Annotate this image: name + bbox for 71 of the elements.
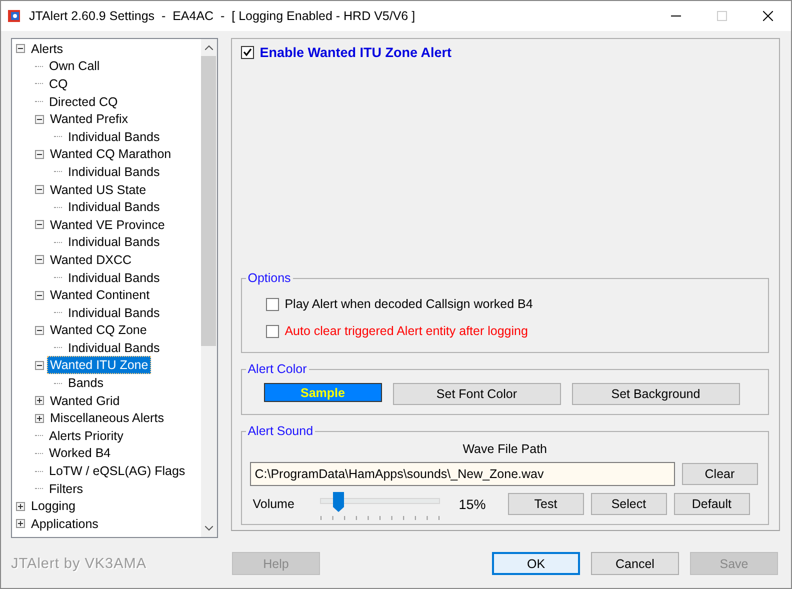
volume-reading: 15% [458, 496, 487, 512]
collapse-icon[interactable] [35, 150, 44, 159]
tree-item[interactable]: Directed CQ [46, 92, 121, 111]
color-button[interactable]: Set Font Color [392, 383, 561, 405]
tree-item[interactable]: Individual Bands [65, 162, 163, 181]
sound-button[interactable]: Test [508, 493, 584, 515]
tree-item[interactable]: Wanted CQ Marathon [47, 145, 174, 164]
tree-item[interactable]: Wanted VE Province [47, 216, 168, 234]
tree-item[interactable]: Wanted US State [47, 180, 150, 199]
expand-icon[interactable] [16, 502, 25, 511]
tree-item[interactable]: Own Call [46, 57, 103, 76]
collapse-icon[interactable] [35, 255, 44, 264]
close-icon[interactable] [763, 11, 773, 21]
collapse-icon[interactable] [35, 220, 44, 230]
tree-item[interactable]: Individual Bands [65, 268, 163, 287]
checkbox-label: Auto clear triggered Alert entity after logging [284, 324, 528, 338]
sound-button[interactable]: Select [590, 493, 667, 515]
tree-item[interactable]: Wanted ITU Zone [47, 356, 152, 374]
app-icon [7, 8, 23, 24]
color-sample: Sample [264, 383, 382, 402]
group-title: Options [246, 271, 292, 285]
expand-icon[interactable] [35, 396, 44, 406]
group-title: Alert Sound [246, 424, 314, 438]
scroll-up-icon[interactable] [204, 45, 213, 50]
checkbox-label: Play Alert when decoded Callsign worked B4 [284, 297, 533, 311]
tree-item[interactable]: CQ [46, 74, 71, 93]
collapse-icon[interactable] [35, 326, 44, 335]
checkbox-label: Enable Wanted ITU Zone Alert [260, 45, 452, 60]
scrollbar[interactable] [200, 39, 217, 537]
tree-item[interactable]: Alerts Priority [46, 426, 126, 445]
brand-label: JTAlert by VK3AMA [11, 556, 148, 572]
window-title: JTAlert 2.60.9 Settings - EA4AC - [ Logging Enabled - HRD V5/V6 ] [29, 9, 416, 23]
checkbox[interactable] [266, 324, 279, 338]
tree-item[interactable]: Miscellaneous Alerts [47, 409, 167, 428]
tree-item[interactable]: LoTW / eQSL(AG) Flags [46, 462, 188, 480]
tree-item[interactable]: Individual Bands [65, 233, 163, 252]
clear-button[interactable]: Clear [682, 463, 758, 485]
checkbox[interactable] [266, 298, 279, 310]
checkbox[interactable] [240, 46, 254, 59]
tree-item[interactable]: Wanted Grid [47, 392, 123, 410]
tree-item[interactable]: Applications [28, 514, 102, 533]
tree-item[interactable]: Worked B4 [46, 444, 114, 462]
collapse-icon[interactable] [35, 114, 44, 124]
collapse-icon[interactable] [35, 360, 44, 370]
tree-item[interactable]: Individual Bands [65, 304, 163, 322]
scroll-down-icon[interactable] [204, 526, 213, 531]
tree-item[interactable]: Logging [28, 497, 78, 516]
path-field[interactable]: C:\ProgramData\HamApps\sounds\_New_Zone.wav [250, 462, 675, 486]
tree-item[interactable]: Wanted CQ Zone [47, 321, 150, 340]
tree-item[interactable]: Alerts [28, 40, 66, 58]
sound-button[interactable]: Default [674, 493, 750, 515]
tree-item[interactable]: Individual Bands [65, 338, 163, 357]
dialog-button[interactable]: OK [492, 552, 580, 575]
tree-item[interactable]: Bands [65, 374, 106, 392]
dialog-button[interactable]: Cancel [591, 552, 679, 575]
group-title: Alert Color [246, 362, 308, 376]
collapse-icon[interactable] [35, 185, 44, 194]
tree-item[interactable]: Individual Bands [65, 128, 163, 146]
collapse-icon[interactable] [35, 290, 44, 300]
tree-item[interactable]: Wanted Continent [47, 286, 153, 304]
tree-item[interactable]: Wanted Prefix [47, 110, 132, 128]
color-button[interactable]: Set Background [572, 383, 740, 405]
expand-icon[interactable] [35, 414, 44, 423]
volume-label: Volume [252, 497, 296, 511]
tree-item[interactable]: Filters [46, 480, 86, 498]
field-label: Wave File Path [462, 442, 547, 456]
expand-icon[interactable] [16, 519, 25, 528]
tree-item[interactable]: Individual Bands [65, 198, 163, 216]
tree-item[interactable]: Wanted DXCC [47, 250, 135, 269]
slider-thumb[interactable] [332, 492, 344, 512]
collapse-icon[interactable] [16, 44, 25, 54]
